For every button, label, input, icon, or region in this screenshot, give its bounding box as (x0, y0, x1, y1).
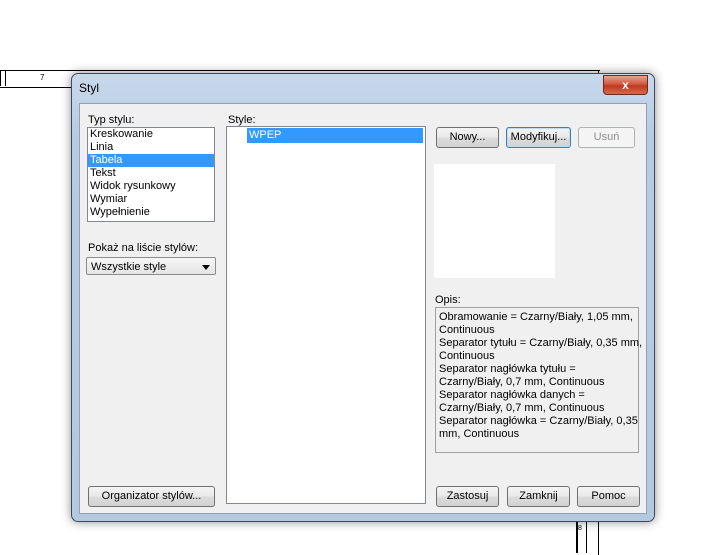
description-line: Separator nagłówka = Czarny/Biały, 0,35 (439, 415, 638, 427)
close-icon: x (622, 78, 629, 92)
background-cell-number: 7 (40, 73, 45, 82)
apply-button[interactable]: Zastosuj (436, 486, 499, 507)
description-line: Continuous (439, 324, 495, 336)
show-list-value: Wszystkie style (91, 261, 167, 273)
help-button[interactable]: Pomoc (577, 486, 640, 507)
description-label: Opis: (435, 294, 461, 306)
style-preview (434, 164, 555, 278)
show-list-label: Pokaż na liście stylów: (88, 242, 199, 254)
description-line: Separator tytułu = Czarny/Biały, 0,35 mm… (439, 337, 643, 349)
background-cell-border (5, 70, 6, 86)
description-line: mm, Continuous (439, 428, 520, 440)
style-type-list[interactable]: Kreskowanie Linia Tabela Tekst Widok rys… (87, 127, 215, 222)
description-line: Czarny/Biały, 0,7 mm, Continuous (439, 402, 605, 414)
description-line: Czarny/Biały, 0,7 mm, Continuous (439, 376, 605, 388)
delete-style-button[interactable]: Usuń (578, 127, 635, 148)
list-item[interactable]: Linia (88, 141, 214, 154)
styles-label: Style: (228, 114, 256, 126)
description-line: Obramowanie = Czarny/Biały, 1,05 mm, (439, 311, 633, 323)
style-type-label: Typ stylu: (88, 114, 135, 126)
list-item[interactable]: Tekst (88, 167, 214, 180)
close-button[interactable]: Zamknij (507, 486, 570, 507)
style-organizer-button[interactable]: Organizator stylów... (88, 486, 215, 507)
dialog-title: Styl (79, 81, 100, 95)
list-item[interactable]: Kreskowanie (88, 128, 214, 141)
background-cell-number: 8 (578, 525, 582, 532)
description-line: Continuous (439, 350, 495, 362)
list-item[interactable]: Wypełnienie (88, 206, 214, 219)
styles-list[interactable]: WPEP (226, 126, 426, 504)
description-line: Separator nagłówka danych = (439, 389, 585, 401)
list-item[interactable]: Widok rysunkowy (88, 180, 214, 193)
description-line: Separator nagłówka tytułu = (439, 363, 576, 375)
modify-style-button[interactable]: Modyfikuj... (506, 127, 571, 148)
background-cell-border (0, 70, 1, 86)
dialog-client-area: Typ stylu: Kreskowanie Linia Tabela Teks… (79, 103, 647, 514)
close-window-button[interactable]: x (603, 75, 648, 95)
list-item[interactable]: Wymiar (88, 193, 214, 206)
show-list-dropdown[interactable]: Wszystkie style (86, 257, 216, 275)
chevron-down-icon (202, 265, 210, 270)
description-box: Obramowanie = Czarny/Biały, 1,05 mm, Con… (435, 307, 643, 453)
style-dialog: Styl x Typ stylu: Kreskowanie Linia Tabe… (71, 73, 655, 522)
style-item-selected[interactable]: WPEP (247, 128, 423, 143)
list-item-selected[interactable]: Tabela (88, 154, 214, 167)
new-style-button[interactable]: Nowy... (436, 127, 499, 148)
